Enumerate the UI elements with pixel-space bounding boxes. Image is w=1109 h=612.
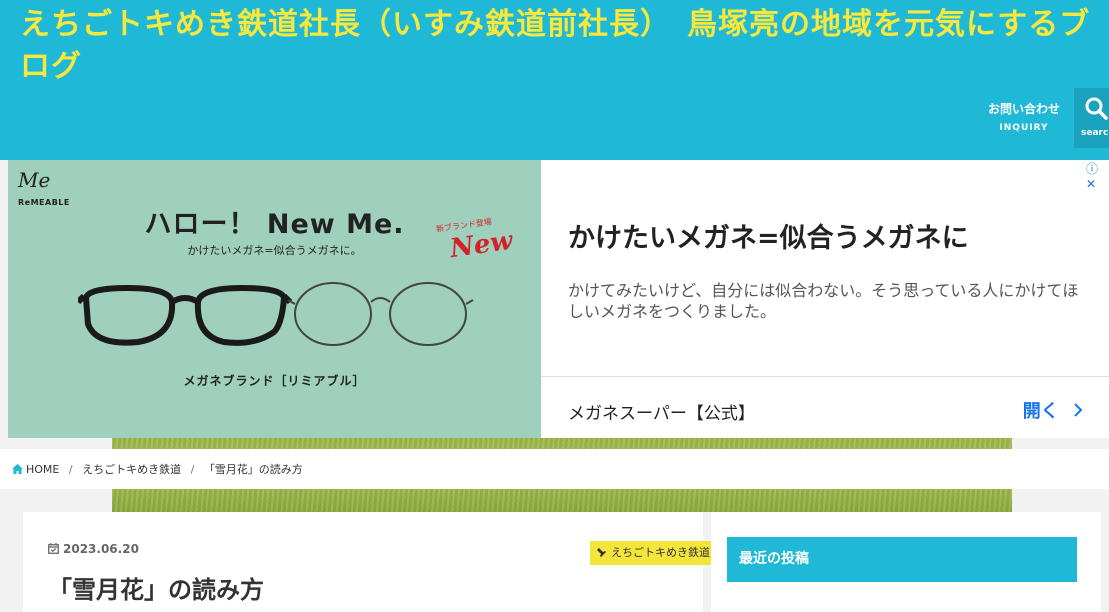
ad-open-button[interactable]: 開く bbox=[1023, 397, 1085, 423]
breadcrumb-separator: / bbox=[68, 463, 73, 476]
new-brand-badge: 新ブランド登場 New bbox=[432, 217, 515, 264]
ad-description: かけてみたいけど、自分には似合わない。そう思っている人にかけてほしいメガネをつく… bbox=[568, 281, 1079, 321]
ad-copy[interactable]: かけたいメガネ=似合うメガネに かけてみたいけど、自分には似合わない。そう思って… bbox=[541, 160, 1109, 376]
eyeglasses-image bbox=[78, 282, 474, 346]
recent-posts-title: 最近の投稿 bbox=[727, 537, 1077, 582]
ad-product-brand: メガネブランド［リミアブル］ bbox=[183, 374, 366, 388]
info-icon: ⓘ bbox=[1086, 162, 1099, 176]
folder-icon bbox=[597, 548, 606, 557]
breadcrumb: HOME / えちごトキめき鉄道 / 「雪月花」の読み方 bbox=[12, 461, 303, 477]
close-icon[interactable]: ✕ bbox=[1086, 177, 1096, 191]
search-button[interactable]: search bbox=[1074, 88, 1109, 148]
ad-image[interactable]: Me ReMEABLE ハロー！ New Me. かけたいメガネ=似合うメガネに… bbox=[8, 160, 541, 438]
breadcrumb-category[interactable]: えちごトキめき鉄道 bbox=[82, 463, 181, 476]
inquiry-label: お問い合わせ bbox=[987, 102, 1060, 116]
inquiry-en-label: INQUIRY bbox=[999, 123, 1049, 133]
ad-footer[interactable]: メガネスーパー【公式】 開く bbox=[541, 376, 1109, 439]
ad-title[interactable]: かけたいメガネ=似合うメガネに bbox=[568, 216, 969, 255]
breadcrumb-separator: / bbox=[190, 463, 195, 476]
chevron-right-icon bbox=[1074, 403, 1083, 417]
ad-advertiser: メガネスーパー【公式】 bbox=[568, 404, 755, 424]
site-title[interactable]: えちごトキめき鉄道社長（いすみ鉄道前社長） 鳥塚亮の地域を元気にするブログ bbox=[20, 4, 1109, 88]
sidebar: 最近の投稿 bbox=[711, 512, 1101, 612]
calendar-icon bbox=[48, 543, 59, 554]
search-label: search bbox=[1081, 128, 1109, 138]
home-icon bbox=[12, 464, 23, 474]
category-badge[interactable]: えちごトキめき鉄道 bbox=[590, 541, 716, 565]
site-header: えちごトキめき鉄道社長（いすみ鉄道前社長） 鳥塚亮の地域を元気にするブログ お問… bbox=[0, 0, 1109, 160]
breadcrumb-home-label: HOME bbox=[26, 463, 60, 476]
breadcrumb-home[interactable]: HOME bbox=[12, 463, 63, 476]
post-date-text: 2023.06.20 bbox=[63, 542, 139, 556]
brand-logo: Me bbox=[18, 168, 51, 192]
search-icon bbox=[1085, 97, 1108, 120]
inquiry-link[interactable]: お問い合わせ INQUIRY bbox=[978, 100, 1070, 133]
post-date: 2023.06.20 bbox=[48, 542, 139, 556]
category-badge-label: えちごトキめき鉄道 bbox=[611, 546, 710, 559]
advertisement[interactable]: Me ReMEABLE ハロー！ New Me. かけたいメガネ=似合うメガネに… bbox=[8, 160, 1109, 438]
breadcrumb-current: 「雪月花」の読み方 bbox=[203, 463, 303, 476]
breadcrumb-bar: HOME / えちごトキめき鉄道 / 「雪月花」の読み方 bbox=[0, 449, 1109, 489]
ad-choices-icon[interactable]: ⓘ ✕ bbox=[1086, 160, 1109, 191]
ad-open-label: 開く bbox=[1022, 401, 1059, 422]
